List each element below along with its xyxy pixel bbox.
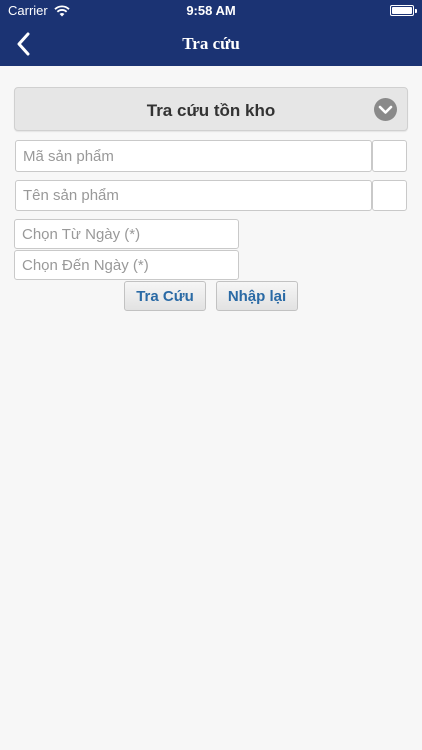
product-name-input[interactable]: Tên sản phẩm bbox=[15, 180, 372, 211]
search-button[interactable]: Tra Cứu bbox=[124, 281, 206, 311]
battery-icon bbox=[390, 5, 417, 16]
section-header-inventory[interactable]: Tra cứu tồn kho bbox=[14, 87, 408, 131]
status-bar: Carrier 9:58 AM bbox=[0, 0, 422, 22]
product-code-input[interactable]: Mã sản phẩm bbox=[15, 140, 372, 172]
to-date-input[interactable]: Chọn Đến Ngày (*) bbox=[14, 250, 239, 280]
product-name-side-box[interactable] bbox=[372, 180, 407, 211]
reset-button[interactable]: Nhập lại bbox=[216, 281, 298, 311]
section-title: Tra cứu tồn kho bbox=[146, 101, 276, 120]
navigation-bar: Tra cứu bbox=[0, 22, 422, 66]
product-code-side-box[interactable] bbox=[372, 140, 407, 172]
clock: 9:58 AM bbox=[186, 3, 236, 18]
top-bar: Carrier 9:58 AM Tra cứu bbox=[0, 0, 422, 66]
page-title: Tra cứu bbox=[182, 34, 240, 53]
chevron-down-icon[interactable] bbox=[374, 98, 397, 121]
from-date-input[interactable]: Chọn Từ Ngày (*) bbox=[14, 219, 239, 249]
